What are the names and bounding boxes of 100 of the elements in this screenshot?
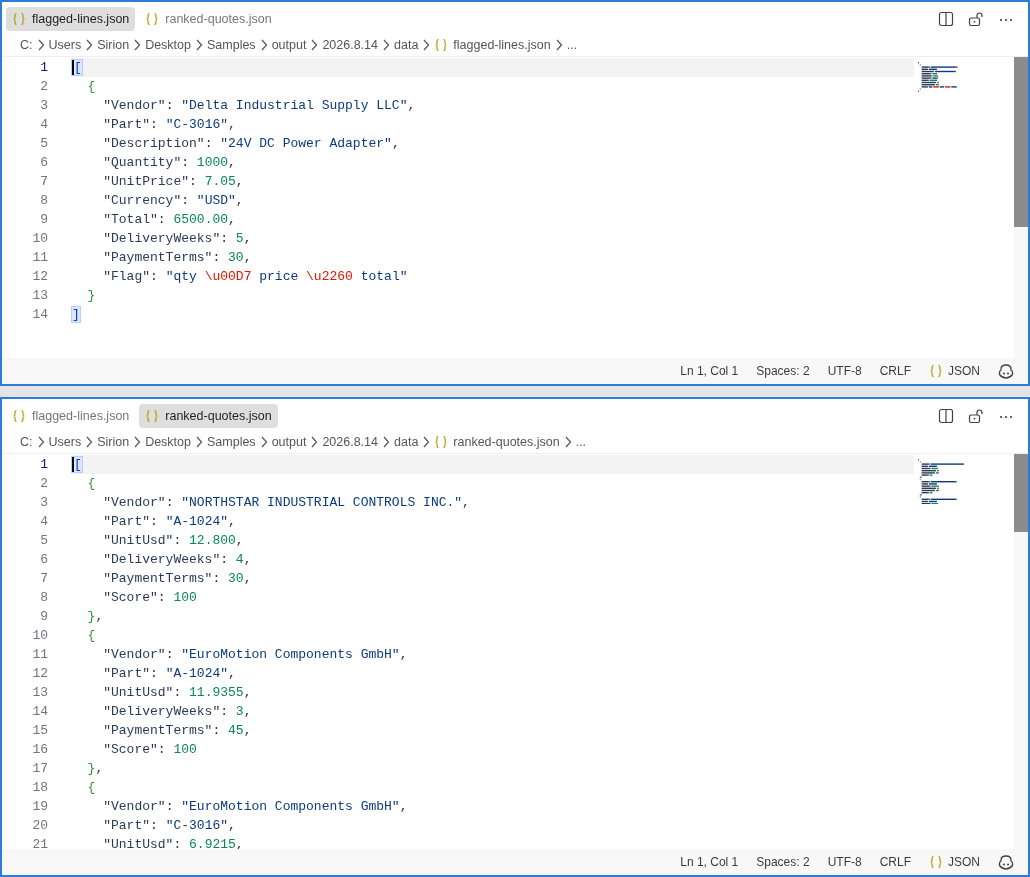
status-item[interactable]: Ln 1, Col 1 bbox=[680, 855, 739, 869]
breadcrumb-item[interactable]: Users bbox=[48, 435, 82, 449]
split-editor-icon[interactable] bbox=[938, 11, 954, 27]
chevron-icon bbox=[259, 436, 268, 448]
line-number: 11 bbox=[31, 647, 49, 662]
file-tab[interactable]: ranked-quotes.json bbox=[139, 7, 278, 31]
line-number: 21 bbox=[31, 837, 49, 849]
breadcrumb-item[interactable]: ranked-quotes.json bbox=[434, 435, 560, 449]
scrollbar[interactable] bbox=[1014, 57, 1028, 358]
code-line: "PaymentTerms": 45, bbox=[102, 722, 253, 740]
code-line: "Part": "A-1024", bbox=[102, 665, 237, 683]
copilot-icon[interactable] bbox=[998, 854, 1014, 870]
breadcrumb-item[interactable]: Sirion bbox=[97, 435, 130, 449]
breadcrumb-item[interactable]: Sirion bbox=[97, 38, 130, 52]
line-number: 9 bbox=[39, 212, 49, 227]
status-item[interactable]: Spaces: 2 bbox=[756, 364, 810, 378]
breadcrumb-item[interactable]: Desktop bbox=[145, 435, 191, 449]
braces-icon bbox=[434, 38, 449, 52]
split-editor-icon[interactable] bbox=[938, 408, 954, 424]
chevron-icon bbox=[195, 436, 203, 448]
code-line: "Currency": "USD", bbox=[102, 192, 245, 210]
unlock-icon[interactable] bbox=[968, 11, 984, 27]
unlock-icon[interactable] bbox=[968, 408, 984, 424]
file-tab[interactable]: flagged-lines.json bbox=[6, 404, 136, 428]
braces-icon bbox=[145, 409, 160, 423]
line-number: 7 bbox=[39, 571, 49, 586]
breadcrumb-item[interactable]: Samples bbox=[207, 38, 256, 52]
chevron-icon bbox=[382, 39, 390, 51]
code-line: "DeliveryWeeks": 3, bbox=[102, 703, 253, 721]
breadcrumb-item[interactable]: Samples bbox=[207, 435, 256, 449]
status-item[interactable]: Spaces: 2 bbox=[756, 855, 810, 869]
chevron-icon bbox=[85, 39, 94, 51]
language-mode[interactable]: JSON bbox=[929, 855, 980, 869]
line-number: 4 bbox=[39, 117, 49, 132]
chevron-icon bbox=[133, 39, 142, 51]
code-line: "PaymentTerms": 30, bbox=[102, 570, 253, 588]
code-line: "Part": "C-3016", bbox=[102, 817, 237, 835]
breadcrumb-item[interactable]: ... bbox=[575, 435, 587, 449]
braces-icon bbox=[929, 855, 943, 869]
status-item[interactable]: UTF-8 bbox=[827, 364, 862, 378]
breadcrumb-label: flagged-lines.json bbox=[453, 38, 551, 52]
breadcrumb-item[interactable]: C: bbox=[20, 435, 33, 449]
code-line: "Score": 100 bbox=[102, 741, 198, 759]
scrollbar[interactable] bbox=[1014, 454, 1028, 849]
breadcrumb-item[interactable]: output bbox=[271, 435, 307, 449]
code-line: "UnitUsd": 12.800, bbox=[102, 532, 245, 550]
breadcrumb-item[interactable]: ... bbox=[566, 38, 578, 52]
status-item[interactable]: UTF-8 bbox=[827, 855, 862, 869]
line-number: 15 bbox=[31, 723, 49, 738]
code-line: "Vendor": "EuroMotion Components GmbH", bbox=[102, 798, 409, 816]
line-number: 4 bbox=[39, 514, 49, 529]
line-number: 10 bbox=[31, 628, 49, 643]
line-number: 5 bbox=[39, 533, 49, 548]
braces-icon bbox=[929, 364, 943, 378]
status-item[interactable]: CRLF bbox=[879, 364, 911, 378]
code-line: "UnitUsd": 11.9355, bbox=[102, 684, 253, 702]
breadcrumb-item[interactable]: flagged-lines.json bbox=[434, 38, 551, 52]
breadcrumb-item[interactable]: data bbox=[394, 435, 419, 449]
status-item[interactable]: Ln 1, Col 1 bbox=[680, 364, 739, 378]
chevron-icon bbox=[382, 436, 390, 448]
line-number: 18 bbox=[31, 780, 49, 795]
chevron-icon bbox=[422, 39, 431, 51]
code-line: }, bbox=[86, 760, 105, 778]
breadcrumb-item[interactable]: C: bbox=[20, 38, 33, 52]
breadcrumb-item[interactable]: Users bbox=[48, 38, 82, 52]
braces-icon bbox=[12, 12, 26, 26]
chevron-icon bbox=[36, 436, 45, 448]
line-number: 2 bbox=[39, 476, 49, 491]
line-number: 5 bbox=[39, 136, 49, 151]
language-mode[interactable]: JSON bbox=[929, 364, 980, 378]
line-number: 17 bbox=[31, 761, 49, 776]
code-line: "Total": 6500.00, bbox=[102, 211, 237, 229]
breadcrumb-item[interactable]: 2026.8.14 bbox=[322, 435, 378, 449]
line-number: 12 bbox=[31, 269, 49, 284]
breadcrumb-item[interactable]: data bbox=[394, 38, 419, 52]
file-tab[interactable]: flagged-lines.json bbox=[6, 7, 136, 31]
file-tab[interactable]: ranked-quotes.json bbox=[139, 404, 278, 428]
code-line: "Quantity": 1000, bbox=[102, 154, 237, 172]
line-number: 7 bbox=[39, 174, 49, 189]
chevron-icon bbox=[310, 436, 319, 448]
line-number: 1 bbox=[39, 457, 49, 472]
code-line: "Vendor": "NORTHSTAR INDUSTRIAL CONTROLS INC.", bbox=[102, 494, 471, 512]
code-line: "Part": "C-3016", bbox=[102, 116, 237, 134]
chevron-icon bbox=[554, 39, 563, 51]
code-line: "Description": "24V DC Power Adapter", bbox=[102, 135, 401, 153]
breadcrumb-item[interactable]: Desktop bbox=[145, 38, 191, 52]
copilot-icon[interactable] bbox=[998, 363, 1014, 379]
code-line: { bbox=[86, 475, 97, 493]
code-line: "PaymentTerms": 30, bbox=[102, 249, 253, 267]
code-line: "Score": 100 bbox=[102, 589, 198, 607]
code-line: "Flag": "qty \u00D7 price \u2260 total" bbox=[102, 268, 409, 286]
line-number: 14 bbox=[31, 704, 49, 719]
minimap-drawing bbox=[918, 62, 958, 92]
breadcrumb-item[interactable]: output bbox=[271, 38, 307, 52]
status-item[interactable]: CRLF bbox=[879, 855, 911, 869]
line-number: 10 bbox=[31, 231, 49, 246]
chevron-icon bbox=[85, 436, 94, 448]
code-line: { bbox=[86, 779, 97, 797]
code-line: "Vendor": "Delta Industrial Supply LLC", bbox=[102, 97, 417, 115]
breadcrumb-item[interactable]: 2026.8.14 bbox=[322, 38, 378, 52]
